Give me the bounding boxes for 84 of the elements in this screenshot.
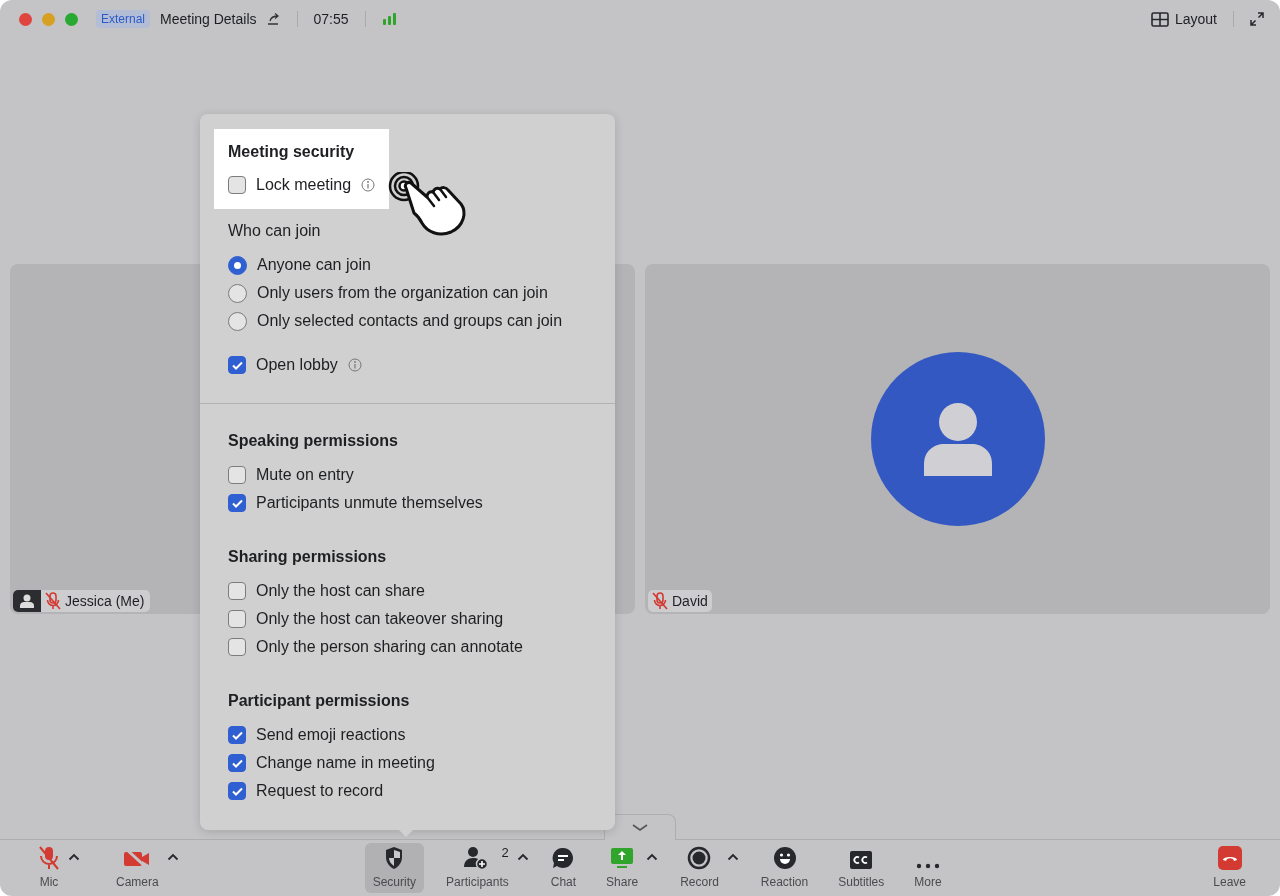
section-heading: Speaking permissions bbox=[228, 431, 399, 451]
section-heading: Participant permissions bbox=[228, 691, 411, 711]
leave-button[interactable]: Leave bbox=[1205, 843, 1254, 893]
checkbox[interactable] bbox=[228, 466, 246, 484]
record-button[interactable]: Record bbox=[672, 843, 727, 893]
checkmark-icon bbox=[231, 498, 243, 508]
muted-mic-icon bbox=[45, 591, 61, 610]
checkmark-icon bbox=[231, 730, 243, 740]
checkmark-icon bbox=[231, 360, 243, 370]
option-label: Open lobby bbox=[256, 356, 338, 374]
option-label: Send emoji reactions bbox=[256, 726, 406, 744]
checkbox[interactable] bbox=[228, 726, 246, 744]
checkmark-icon bbox=[231, 786, 243, 796]
caret-icon bbox=[68, 853, 80, 861]
option-label: Mute on entry bbox=[256, 466, 354, 484]
radio-button[interactable] bbox=[228, 283, 247, 303]
caret-button[interactable] bbox=[68, 853, 80, 861]
option-label: Only the person sharing can annotate bbox=[256, 638, 523, 656]
grid-icon bbox=[1150, 11, 1169, 27]
fullscreen-icon[interactable] bbox=[1250, 12, 1264, 26]
caret-icon bbox=[516, 853, 529, 861]
checkmark-icon bbox=[231, 758, 243, 768]
person-icon bbox=[923, 401, 992, 476]
checkbox[interactable] bbox=[228, 610, 246, 628]
hang-up-icon bbox=[1217, 846, 1242, 870]
option-label: Participants unmute themselves bbox=[256, 494, 483, 512]
share-icon[interactable] bbox=[266, 13, 281, 25]
more-icon bbox=[915, 862, 940, 870]
caret-icon bbox=[646, 853, 659, 861]
checkbox[interactable] bbox=[228, 782, 246, 800]
meeting-title[interactable]: Meeting Details bbox=[160, 11, 257, 27]
option-label: Only the host can share bbox=[256, 582, 425, 600]
share-button[interactable]: Share bbox=[598, 843, 647, 893]
checkbox[interactable] bbox=[228, 356, 246, 374]
camera-button[interactable]: Camera bbox=[108, 843, 167, 893]
layout-button[interactable]: Layout bbox=[1150, 11, 1217, 27]
person-icon bbox=[20, 593, 34, 608]
checkbox[interactable] bbox=[228, 582, 246, 600]
chat-icon bbox=[551, 846, 576, 870]
option-label: Anyone can join bbox=[257, 256, 371, 274]
external-badge: External bbox=[96, 10, 151, 28]
more-button[interactable]: More bbox=[906, 843, 950, 893]
caret-icon bbox=[726, 853, 739, 861]
radio-button[interactable] bbox=[228, 311, 247, 331]
caret-icon bbox=[166, 853, 179, 861]
option-label: Only selected contacts and groups can join bbox=[257, 312, 563, 330]
radio-button[interactable] bbox=[228, 255, 247, 275]
option-label: Change name in meeting bbox=[256, 754, 435, 772]
checkbox[interactable] bbox=[228, 176, 246, 194]
chat-button[interactable]: Chat bbox=[542, 843, 585, 893]
security-button[interactable]: Security bbox=[364, 843, 425, 893]
chevron-down-icon bbox=[632, 823, 648, 832]
muted-mic-icon bbox=[652, 591, 668, 610]
section-heading: Who can join bbox=[228, 221, 322, 241]
participant-name: David bbox=[672, 592, 709, 609]
option-label: Only the host can takeover sharing bbox=[256, 610, 504, 628]
section-heading: Sharing permissions bbox=[228, 547, 388, 567]
reaction-button[interactable]: Reaction bbox=[752, 843, 817, 893]
option-label: Lock meeting bbox=[256, 176, 352, 194]
subtitles-button[interactable]: Subtitles bbox=[830, 843, 893, 893]
shield-icon bbox=[384, 846, 405, 870]
checkbox[interactable] bbox=[228, 494, 246, 512]
participant-count: 2 bbox=[501, 845, 509, 860]
mic-button[interactable]: Mic bbox=[30, 843, 68, 893]
muted-mic-icon bbox=[38, 846, 60, 870]
smiley-icon bbox=[772, 846, 797, 870]
checkbox[interactable] bbox=[228, 754, 246, 772]
info-icon[interactable] bbox=[361, 178, 376, 192]
option-label: Request to record bbox=[256, 782, 384, 800]
me-label: (Me) bbox=[115, 592, 146, 609]
caret-button[interactable] bbox=[726, 853, 739, 861]
caret-button[interactable] bbox=[516, 853, 529, 861]
meeting-timer: 07:55 bbox=[313, 11, 349, 27]
closed-captions-icon bbox=[849, 850, 874, 870]
checkbox[interactable] bbox=[228, 638, 246, 656]
option-label: Only users from the organization can join bbox=[257, 284, 548, 302]
participant-name: Jessica bbox=[65, 592, 113, 609]
signal-icon bbox=[381, 13, 398, 25]
record-icon bbox=[687, 846, 712, 870]
participants-button[interactable]: 2 Participants bbox=[438, 843, 517, 893]
section-heading: Meeting security bbox=[228, 142, 356, 162]
caret-button[interactable] bbox=[646, 853, 659, 861]
share-screen-icon bbox=[610, 846, 635, 870]
caret-button[interactable] bbox=[166, 853, 179, 861]
